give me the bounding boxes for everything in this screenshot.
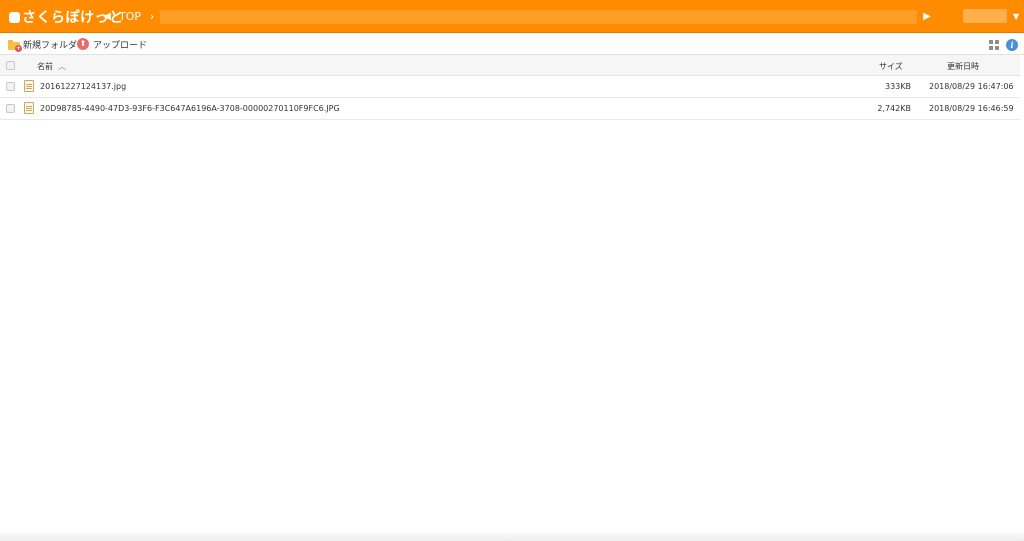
column-header-modified[interactable]: 更新日時: [947, 61, 979, 72]
file-modified: 2018/08/29 16:47:06: [929, 82, 1014, 91]
breadcrumb-bar: [160, 10, 917, 24]
toolbar: + 新規フォルダ ⬆ アップロード: [0, 33, 1024, 55]
file-size: 333KB: [884, 82, 911, 91]
app-header: さくらぽけっと ◀ TOP › ▶ ▼: [0, 0, 1024, 33]
column-name-label: 名前: [37, 62, 53, 71]
new-folder-button[interactable]: + 新規フォルダ: [8, 37, 78, 52]
file-name[interactable]: 20D98785-4490-47D3-93F6-F3C647A6196A-370…: [40, 104, 340, 113]
file-icon: [24, 102, 34, 114]
chevron-right-icon: ›: [150, 9, 155, 23]
file-modified: 2018/08/29 16:46:59: [929, 104, 1014, 113]
new-folder-label: 新規フォルダ: [23, 40, 78, 51]
caret-down-icon: ▼: [1013, 11, 1020, 21]
sort-ascending-icon: ︿: [58, 62, 66, 71]
upload-button[interactable]: ⬆ アップロード: [77, 37, 147, 51]
new-folder-icon: +: [8, 39, 22, 52]
file-name[interactable]: 20161227124137.jpg: [40, 82, 126, 91]
row-checkbox[interactable]: [6, 104, 15, 113]
info-icon[interactable]: i: [1006, 39, 1018, 51]
user-menu[interactable]: ▼: [963, 9, 1019, 23]
forward-icon[interactable]: ▶: [921, 8, 933, 25]
table-row[interactable]: 20D98785-4490-47D3-93F6-F3C647A6196A-370…: [0, 98, 1020, 120]
back-icon[interactable]: ◀: [101, 8, 113, 25]
breadcrumb: TOP ›: [115, 4, 158, 28]
file-size: 2,742KB: [877, 104, 911, 113]
upload-label: アップロード: [93, 40, 148, 51]
breadcrumb-item-top[interactable]: TOP: [119, 10, 141, 23]
table-row[interactable]: 20161227124137.jpg 333KB 2018/08/29 16:4…: [0, 76, 1020, 98]
grid-view-icon[interactable]: [989, 40, 999, 50]
row-checkbox[interactable]: [6, 82, 15, 91]
upload-icon: ⬆: [77, 38, 89, 50]
file-icon: [24, 80, 34, 92]
logo-mark-icon: [9, 11, 20, 23]
column-header-name[interactable]: 名前 ︿: [37, 61, 66, 72]
table-header: 名前 ︿ サイズ 更新日時: [0, 55, 1020, 76]
select-all-checkbox[interactable]: [6, 61, 15, 70]
bottom-shadow: [0, 530, 1024, 541]
user-name: [963, 9, 1007, 23]
column-header-size[interactable]: サイズ: [879, 61, 903, 72]
